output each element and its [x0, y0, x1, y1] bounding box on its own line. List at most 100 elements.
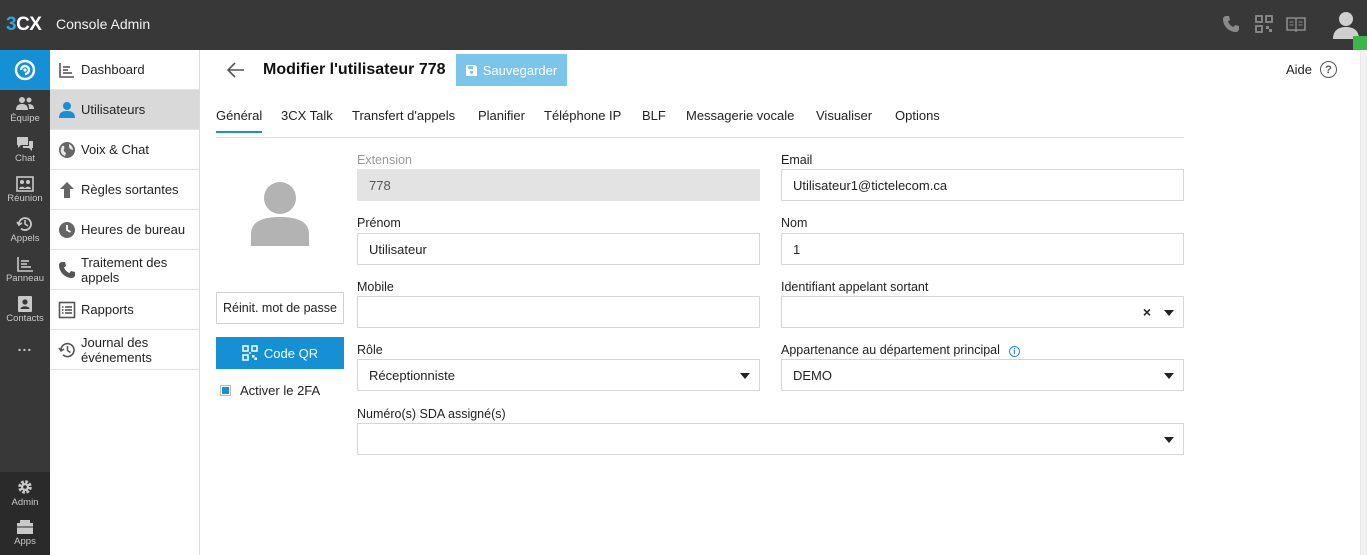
nav-label: Rapports	[81, 302, 134, 317]
left-rail: Équipe Chat Réunion Appels Panneau Conta…	[0, 50, 50, 555]
email-label: Email	[781, 153, 813, 167]
nav-item-regles-sortantes[interactable]: Règles sortantes	[50, 170, 199, 210]
nav-item-traitement-appels[interactable]: Traitement des appels	[50, 250, 199, 290]
did-select[interactable]	[357, 423, 1184, 455]
department-value: DEMO	[793, 367, 832, 383]
department-select[interactable]: DEMO	[781, 359, 1184, 391]
caller-id-label: Identifiant appelant sortant	[781, 280, 929, 294]
mobile-input[interactable]	[357, 296, 760, 328]
tab-visualiser[interactable]: Visualiser	[816, 108, 872, 131]
rail-item-apps[interactable]: Apps	[0, 515, 50, 555]
back-arrow-icon[interactable]	[226, 61, 246, 79]
phone-icon[interactable]	[1221, 14, 1241, 34]
mobile-label: Mobile	[357, 280, 394, 294]
rail-label: Appels	[10, 233, 40, 244]
nom-label: Nom	[781, 216, 808, 230]
rail-item-appels[interactable]: Appels	[0, 212, 50, 252]
caller-id-select[interactable]: ×	[781, 296, 1184, 328]
email-value: Utilisateur1@tictelecom.ca	[793, 177, 948, 193]
globe-icon	[59, 141, 75, 158]
tab-general[interactable]: Général	[216, 108, 263, 133]
nom-input[interactable]: 1	[781, 233, 1184, 265]
enable-2fa-label: Activer le 2FA	[240, 383, 321, 398]
save-button[interactable]: Sauvegarder	[456, 54, 567, 86]
rail-label: Réunion	[7, 193, 43, 204]
qr-code-button[interactable]: Code QR	[216, 337, 344, 369]
rail-label: Contacts	[6, 313, 44, 324]
help-label: Aide	[1285, 62, 1312, 77]
tab-planifier[interactable]: Planifier	[478, 108, 525, 131]
gear-icon	[18, 480, 32, 494]
did-label: Numéro(s) SDA assigné(s)	[357, 407, 506, 421]
rail-label: Panneau	[5, 273, 45, 284]
department-label: Appartenance au département principal	[781, 343, 1000, 357]
chevron-down-icon	[740, 373, 750, 379]
page-title: Modifier l'utilisateur 778	[263, 61, 446, 78]
rail-item-equipe[interactable]: Équipe	[0, 92, 50, 132]
more-icon: ...	[17, 338, 33, 354]
reset-password-button[interactable]: Réinit. mot de passe	[216, 292, 344, 324]
extension-label: Extension	[357, 153, 412, 167]
rail-item-reunion[interactable]: Réunion	[0, 172, 50, 212]
app-logo[interactable]: 3CX	[6, 14, 42, 36]
nav-item-journal-evenements[interactable]: Journal des événements	[50, 330, 199, 370]
phone-icon	[59, 261, 75, 278]
nav-item-dashboard[interactable]: Dashboard	[50, 50, 199, 90]
tab-blf[interactable]: BLF	[642, 108, 666, 131]
rail-more-button[interactable]: ...	[0, 338, 50, 378]
tab-3cx-talk[interactable]: 3CX Talk	[281, 108, 333, 131]
nav-label: Dashboard	[81, 62, 145, 77]
dashboard-icon	[59, 62, 74, 78]
nav-label: Traitement des appels	[81, 254, 168, 285]
info-icon[interactable]: i	[1008, 346, 1020, 357]
nav-label: Journal des événements	[81, 334, 152, 365]
main-content: Modifier l'utilisateur 778 Sauvegarder A…	[200, 50, 1367, 555]
nom-value: 1	[793, 241, 801, 257]
tab-transfert-appels[interactable]: Transfert d'appels	[352, 108, 455, 131]
enable-2fa-toggle[interactable]: Activer le 2FA	[220, 383, 320, 398]
clear-icon[interactable]: ×	[1143, 304, 1151, 320]
chevron-down-icon	[1164, 437, 1174, 443]
rail-label: Apps	[14, 536, 36, 547]
nav-item-heures-bureau[interactable]: Heures de bureau	[50, 210, 199, 250]
rail-label: Admin	[11, 497, 39, 508]
logo-text: CX	[16, 14, 42, 35]
prenom-input[interactable]: Utilisateur	[357, 233, 760, 265]
help-button[interactable]: Aide ?	[1286, 61, 1337, 78]
tab-options[interactable]: Options	[895, 108, 940, 131]
qr-code-label: Code QR	[263, 345, 319, 361]
rail-label: Équipe	[10, 113, 40, 124]
tab-telephone-ip[interactable]: Téléphone IP	[544, 108, 621, 131]
book-icon[interactable]	[1286, 14, 1306, 34]
logo-number: 3	[6, 14, 17, 35]
qr-code-icon[interactable]	[1254, 14, 1274, 34]
extension-value: 778	[369, 177, 391, 193]
clock-icon	[59, 221, 75, 238]
chevron-down-icon	[1164, 310, 1174, 316]
enable-2fa-checkbox[interactable]	[220, 385, 231, 396]
nav-item-utilisateurs[interactable]: Utilisateurs	[50, 90, 199, 130]
3cx-home-icon	[14, 59, 36, 81]
nav-label: Règles sortantes	[81, 182, 179, 197]
call-history-icon	[16, 217, 32, 231]
rail-item-chat[interactable]: Chat	[0, 132, 50, 172]
rail-item-admin[interactable]: Admin	[0, 474, 50, 514]
nav-label: Voix & Chat	[81, 142, 149, 157]
panel-icon	[17, 257, 33, 272]
tab-messagerie-vocale[interactable]: Messagerie vocale	[686, 108, 794, 131]
scrollbar[interactable]	[1360, 50, 1367, 555]
role-value: Réceptionniste	[369, 367, 455, 383]
nav-item-voix-chat[interactable]: Voix & Chat	[50, 130, 199, 170]
home-button[interactable]	[0, 50, 50, 90]
rail-item-panneau[interactable]: Panneau	[0, 252, 50, 292]
status-indicator	[1353, 36, 1367, 50]
history-icon	[58, 342, 75, 357]
meeting-icon	[16, 176, 34, 192]
nav-item-rapports[interactable]: Rapports	[50, 290, 199, 330]
email-input[interactable]: Utilisateur1@tictelecom.ca	[781, 169, 1184, 201]
tab-bar: Général 3CX Talk Transfert d'appels Plan…	[216, 100, 1184, 138]
role-select[interactable]: Réceptionniste	[357, 359, 760, 391]
save-label: Sauvegarder	[482, 62, 558, 78]
rail-item-contacts[interactable]: Contacts	[0, 292, 50, 332]
chat-icon	[17, 137, 33, 151]
